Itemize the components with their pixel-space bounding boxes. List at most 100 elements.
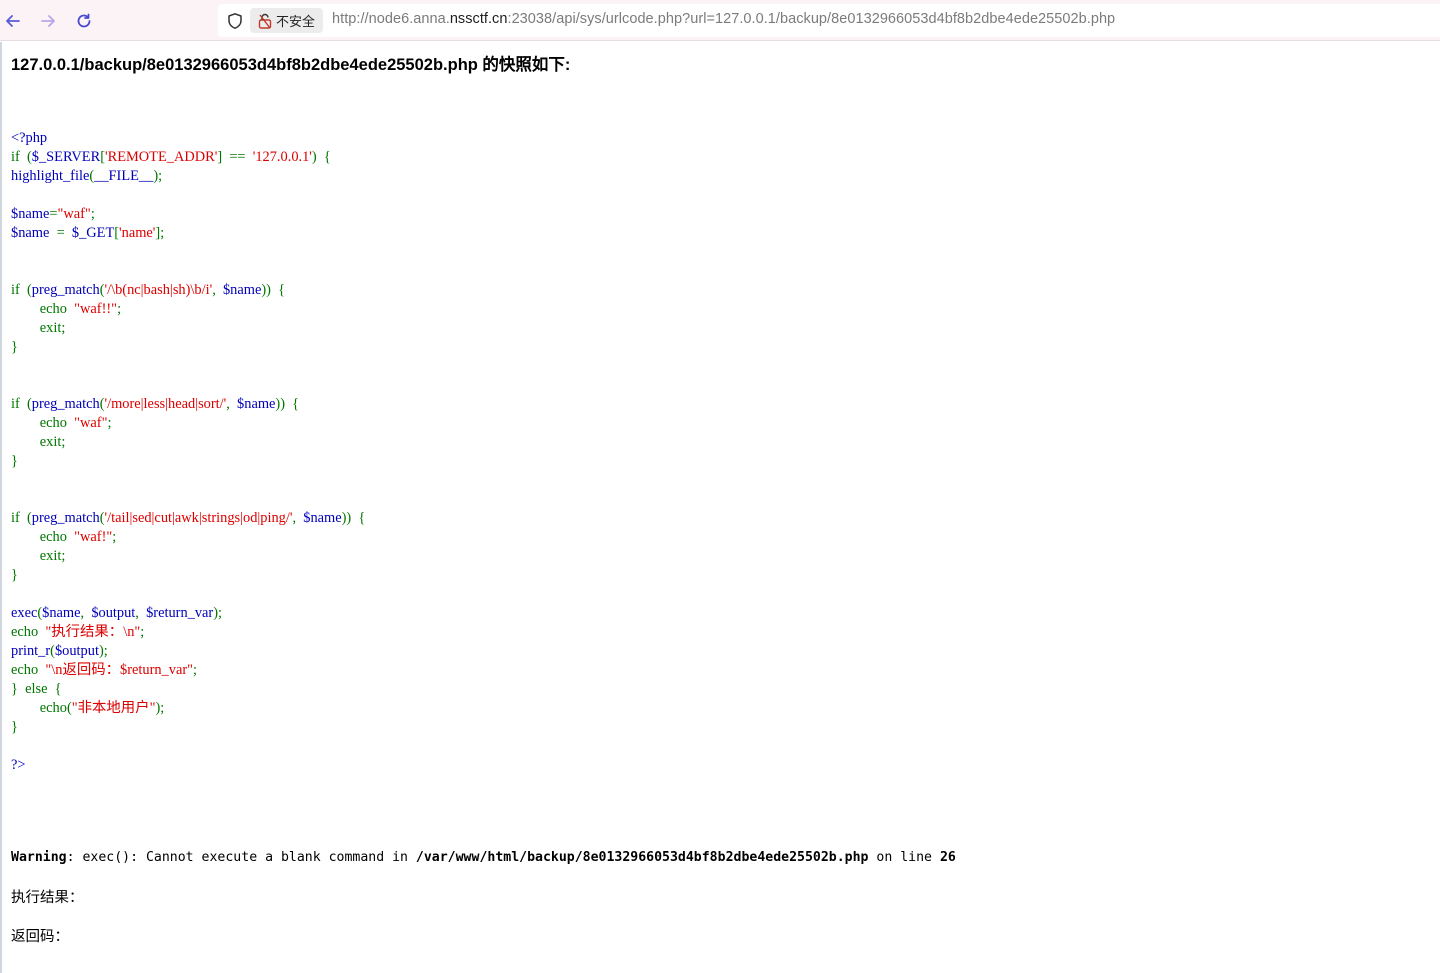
code-token: if ( [11, 282, 32, 298]
code-token: ]; [155, 225, 165, 241]
code-token: ); [153, 168, 163, 184]
code-token: if ( [11, 149, 32, 165]
code-token: } [11, 719, 18, 735]
forward-button[interactable] [35, 8, 61, 34]
code-line: exit; [11, 547, 365, 566]
code-token: "waf" [57, 206, 91, 222]
insecure-badge[interactable]: 不安全 [250, 8, 324, 33]
code-token: = [56, 225, 72, 241]
code-line: if (preg_match('/\b(nc|bash|sh)\b/i', $n… [11, 281, 365, 300]
code-token: "waf!" [74, 529, 113, 545]
code-line: echo "执行结果：\n"; [11, 623, 365, 642]
code-token: '/tail|sed|cut|awk|strings|od|ping/' [104, 510, 293, 526]
code-token: $name [11, 225, 57, 241]
code-token: ; [112, 529, 117, 545]
code-token: $return_var [146, 605, 214, 621]
code-token: } else { [11, 681, 62, 697]
code-line: highlight_file(__FILE__); [11, 167, 365, 186]
reload-button[interactable] [71, 8, 97, 34]
code-token: } [11, 339, 18, 355]
page-border [0, 42, 2, 973]
address-bar[interactable]: 不安全 http://node6.anna.nssctf.cn:23038/ap… [218, 4, 1440, 37]
code-token: exit; [11, 320, 66, 336]
code-token: '127.0.0.1' [252, 149, 312, 165]
code-token: if ( [11, 510, 32, 526]
code-token: )) { [341, 510, 366, 526]
code-line: exit; [11, 433, 365, 452]
code-line: echo "waf"; [11, 414, 365, 433]
code-token: $name [11, 206, 50, 222]
code-line: } [11, 338, 365, 357]
code-token: )) { [275, 396, 300, 412]
code-token: '/more|less|head|sort/' [104, 396, 227, 412]
shield-icon[interactable] [226, 12, 244, 30]
code-token: , [135, 605, 147, 621]
code-line: echo "waf!"; [11, 528, 365, 547]
code-line: print_r($output); [11, 642, 365, 661]
code-token: ; [117, 301, 122, 317]
code-line: echo "\n返回码：$return_var"; [11, 661, 365, 680]
code-token: <?php [11, 130, 48, 146]
code-token: preg_match [31, 396, 100, 412]
code-token: ] == [217, 149, 253, 165]
code-token: "waf!!" [74, 301, 118, 317]
warning-message: : exec(): Cannot execute a blank command… [66, 850, 416, 865]
code-line: } else { [11, 680, 365, 699]
url-host: nssctf.cn [449, 11, 508, 27]
code-token: preg_match [31, 510, 100, 526]
code-token: "非本地用户" [71, 700, 156, 716]
code-token: ) { [311, 149, 331, 165]
php-source-code: <?php if ($_SERVER['REMOTE_ADDR'] == '127… [11, 129, 365, 775]
insecure-label: 不安全 [276, 15, 316, 30]
reload-icon [75, 12, 93, 30]
code-token: } [11, 453, 18, 469]
code-token: echo [11, 662, 46, 678]
code-token: } [11, 567, 18, 583]
code-token: ?> [11, 757, 26, 773]
back-button[interactable] [0, 8, 26, 34]
warning-on-line: on line [868, 850, 940, 865]
code-line: exec($name, $output, $return_var); [11, 604, 365, 623]
code-token: $_GET [71, 225, 115, 241]
code-token: $output [91, 605, 136, 621]
code-line: echo("非本地用户"); [11, 699, 365, 718]
code-token: echo [11, 529, 75, 545]
code-line: $name = $_GET['name']; [11, 224, 365, 243]
code-token: , [292, 510, 304, 526]
warning-line-number: 26 [939, 850, 956, 865]
code-token: ); [98, 643, 108, 659]
code-token: __FILE__ [94, 168, 154, 184]
code-token: 'name' [119, 225, 156, 241]
url-text[interactable]: http://node6.anna.nssctf.cn:23038/api/sy… [332, 11, 1115, 27]
code-token: ); [213, 605, 223, 621]
code-token: preg_match [31, 282, 100, 298]
url-suffix: :23038/api/sys/urlcode.php?url=127.0.0.1… [507, 11, 1116, 27]
code-token: $name [303, 510, 342, 526]
browser-toolbar: 不安全 http://node6.anna.nssctf.cn:23038/ap… [0, 0, 1440, 41]
url-prefix: http://node6.anna. [332, 11, 450, 27]
code-line: } [11, 718, 365, 737]
code-line: if (preg_match('/tail|sed|cut|awk|string… [11, 509, 365, 528]
code-token: echo [11, 624, 46, 640]
lock-broken-icon [258, 13, 272, 29]
code-token: ; [107, 415, 112, 431]
code-token: if ( [11, 396, 32, 412]
code-token: ; [193, 662, 198, 678]
code-token: echo [11, 301, 75, 317]
page-heading: 127.0.0.1/backup/8e0132966053d4bf8b2dbe4… [11, 56, 571, 74]
back-arrow-icon [4, 12, 22, 30]
code-token: ; [90, 206, 95, 222]
code-line: ?> [11, 756, 365, 775]
code-token: exit; [11, 548, 66, 564]
code-token: highlight_file [11, 168, 90, 184]
code-token: exec [11, 605, 38, 621]
code-line: exit; [11, 319, 365, 338]
code-line: <?php [11, 129, 365, 148]
code-token: $name [42, 605, 81, 621]
